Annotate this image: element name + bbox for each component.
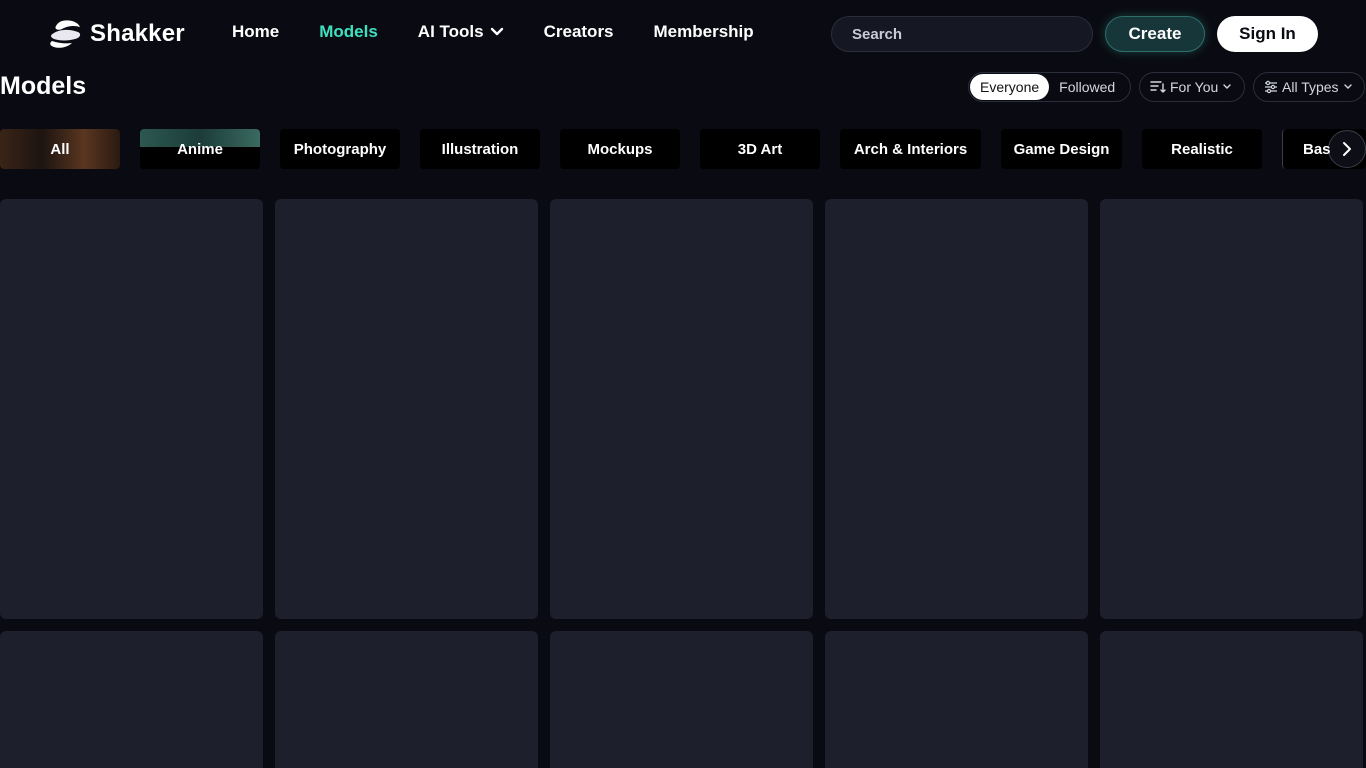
category-label: Anime — [177, 140, 223, 158]
search-box[interactable] — [831, 16, 1093, 52]
search-input[interactable] — [852, 25, 1072, 43]
category-label: All — [50, 140, 70, 158]
nav-ai-tools[interactable]: AI Tools — [418, 22, 504, 42]
logo[interactable]: Shakker — [48, 18, 185, 50]
nav-membership-label: Membership — [653, 22, 754, 41]
category-label: Illustration — [441, 140, 519, 158]
audience-everyone[interactable]: Everyone — [970, 74, 1050, 100]
audience-toggle: Everyone Followed — [968, 72, 1131, 102]
category-label: Photography — [293, 140, 387, 158]
categories-next-button[interactable] — [1328, 130, 1366, 168]
nav-models-label: Models — [319, 22, 378, 41]
model-card-placeholder[interactable] — [0, 631, 263, 768]
model-card-placeholder[interactable] — [1100, 199, 1363, 619]
category-3d-art[interactable]: 3D Art — [700, 129, 820, 169]
category-illustration[interactable]: Illustration — [420, 129, 540, 169]
sign-in-button[interactable]: Sign In — [1217, 16, 1318, 52]
category-label: Bas — [1303, 140, 1331, 158]
model-card-placeholder[interactable] — [0, 199, 263, 619]
model-card-placeholder[interactable] — [275, 199, 538, 619]
category-arch-interiors[interactable]: Arch & Interiors — [840, 129, 981, 169]
chevron-down-icon — [490, 27, 503, 36]
category-label: Realistic — [1171, 140, 1233, 158]
sort-dropdown[interactable]: For You — [1139, 72, 1245, 102]
page-title: Models — [0, 72, 87, 100]
model-card-placeholder[interactable] — [825, 199, 1088, 619]
audience-followed[interactable]: Followed — [1049, 74, 1125, 100]
category-label: 3D Art — [737, 140, 783, 158]
sliders-icon — [1265, 80, 1277, 94]
category-all[interactable]: All — [0, 129, 120, 169]
top-bar: Shakker Home Models AI Tools Creators Me… — [0, 0, 1366, 68]
category-photography[interactable]: Photography — [280, 129, 400, 169]
chevron-down-icon — [1343, 84, 1352, 89]
nav-models[interactable]: Models — [319, 22, 378, 42]
category-mockups[interactable]: Mockups — [560, 129, 680, 169]
model-card-placeholder[interactable] — [550, 199, 813, 619]
sort-icon — [1150, 81, 1166, 93]
chevron-down-icon — [1223, 84, 1231, 89]
model-card-placeholder[interactable] — [275, 631, 538, 768]
types-dropdown[interactable]: All Types — [1253, 72, 1365, 102]
category-game-design[interactable]: Game Design — [1001, 129, 1122, 169]
category-label: Arch & Interiors — [853, 140, 968, 158]
nav-ai-tools-label: AI Tools — [417, 22, 484, 41]
nav-home[interactable]: Home — [232, 22, 279, 42]
model-card-placeholder[interactable] — [1100, 631, 1363, 768]
main-nav: Home Models AI Tools Creators Membership — [232, 22, 754, 42]
model-card-placeholder[interactable] — [550, 631, 813, 768]
shakker-logo-icon — [50, 20, 81, 48]
nav-membership[interactable]: Membership — [654, 22, 754, 42]
category-label: Mockups — [587, 140, 653, 158]
nav-creators[interactable]: Creators — [544, 22, 614, 42]
nav-home-label: Home — [232, 22, 280, 41]
category-realistic[interactable]: Realistic — [1142, 129, 1262, 169]
model-card-placeholder[interactable] — [825, 631, 1088, 768]
category-label: Game Design — [1013, 140, 1110, 158]
category-anime[interactable]: Anime — [140, 129, 260, 169]
create-button[interactable]: Create — [1105, 16, 1205, 52]
types-label: All Types — [1282, 79, 1339, 95]
chevron-right-icon — [1343, 142, 1351, 156]
nav-creators-label: Creators — [543, 22, 614, 41]
brand-name: Shakker — [90, 20, 185, 47]
category-tabs: All Anime Photography Illustration Mocku… — [0, 129, 1366, 169]
sort-label: For You — [1170, 79, 1219, 95]
